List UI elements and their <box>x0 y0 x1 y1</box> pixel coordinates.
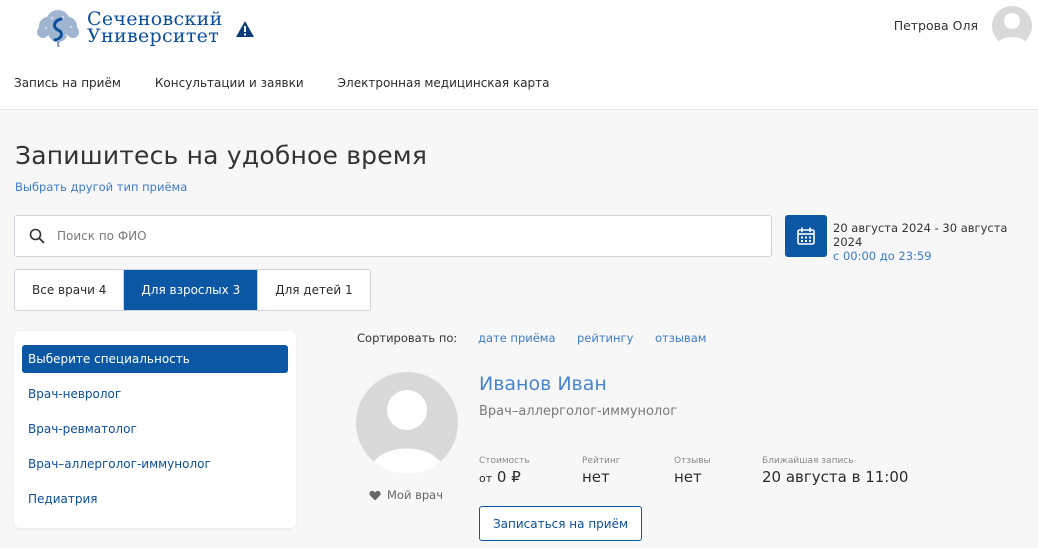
reviews-value: нет <box>674 468 702 486</box>
nav-item-medical-record[interactable]: Электронная медицинская карта <box>338 76 550 90</box>
search-input[interactable] <box>57 229 737 243</box>
next-appointment-value: 20 августа в 11:00 <box>762 468 909 486</box>
doctor-photo[interactable] <box>356 372 458 474</box>
cost-label: Стоимость <box>479 456 530 466</box>
university-tree-logo-icon <box>37 10 79 47</box>
date-filter-button[interactable] <box>785 215 827 257</box>
sort-by-reviews[interactable]: отзывам <box>655 331 706 345</box>
university-logo[interactable]: Сеченовский Университет <box>35 8 223 48</box>
reviews-stat: Отзывы нет <box>674 456 711 485</box>
logo-line-2-text: Университет <box>87 25 220 47</box>
book-appointment-button[interactable]: Записаться на приём <box>479 506 642 541</box>
specialty-item-pediatrics[interactable]: Педиатрия <box>22 485 288 513</box>
reviews-label: Отзывы <box>674 456 711 466</box>
warning-triangle-icon[interactable] <box>235 20 255 38</box>
specialty-list: Выберите специальность Врач-невролог Вра… <box>14 331 296 528</box>
calendar-icon <box>797 227 815 245</box>
date-range[interactable]: 20 августа 2024 - 30 августа 2024 с 00:0… <box>833 221 1038 263</box>
nav-item-appointment[interactable]: Запись на приём <box>14 76 121 90</box>
doctor-specialty: Врач–аллерголог-иммунолог <box>479 404 678 419</box>
cost-stat: Стоимость от 0 ₽ <box>479 456 530 487</box>
rating-label: Рейтинг <box>582 456 621 466</box>
sort-label: Сортировать по: <box>357 331 458 345</box>
age-group-tabs: Все врачи 4 Для взрослых 3 Для детей 1 <box>14 269 371 311</box>
rating-value: нет <box>582 468 610 486</box>
sort-by-rating[interactable]: рейтингу <box>577 331 633 345</box>
specialty-item-neurologist[interactable]: Врач-невролог <box>22 380 288 408</box>
search-icon <box>29 228 45 244</box>
next-appointment-label: Ближайшая запись <box>762 456 854 466</box>
search-field[interactable] <box>14 215 772 257</box>
date-range-time: с 00:00 до 23:59 <box>833 249 932 263</box>
sort-by-date[interactable]: дате приёма <box>478 331 556 345</box>
logo-line-2: Университет <box>87 25 223 47</box>
rating-stat: Рейтинг нет <box>582 456 621 485</box>
specialty-item-rheumatologist[interactable]: Врач-ревматолог <box>22 415 288 443</box>
user-name[interactable]: Петрова Оля <box>894 18 978 33</box>
heart-icon <box>369 490 381 500</box>
nav-item-consultations[interactable]: Консультации и заявки <box>155 76 304 90</box>
favorite-doctor-toggle[interactable]: Мой врач <box>369 488 443 502</box>
main-nav: Запись на приём Консультации и заявки Эл… <box>14 76 550 90</box>
specialty-item-allergist[interactable]: Врач–аллерголог-иммунолог <box>22 450 288 478</box>
doctor-name[interactable]: Иванов Иван <box>479 373 607 395</box>
next-appointment-stat: Ближайшая запись 20 августа в 11:00 <box>762 456 908 485</box>
page-title: Запишитесь на удобное время <box>15 141 428 170</box>
tab-all-doctors[interactable]: Все врачи 4 <box>15 270 125 310</box>
user-avatar-icon[interactable] <box>992 6 1032 46</box>
favorite-label: Мой врач <box>387 488 444 502</box>
tab-adults[interactable]: Для взрослых 3 <box>124 270 259 310</box>
tab-children[interactable]: Для детей 1 <box>258 270 369 310</box>
specialty-item-select[interactable]: Выберите специальность <box>22 345 288 373</box>
date-range-dates: 20 августа 2024 - 30 августа 2024 <box>833 221 1008 249</box>
top-header: Сеченовский Университет Петрова Оля Запи… <box>0 0 1038 110</box>
cost-prefix: от <box>479 472 493 485</box>
change-appointment-type-link[interactable]: Выбрать другой тип приёма <box>15 180 187 194</box>
user-avatar-icon <box>370 390 444 474</box>
cost-value: 0 ₽ <box>496 468 521 486</box>
